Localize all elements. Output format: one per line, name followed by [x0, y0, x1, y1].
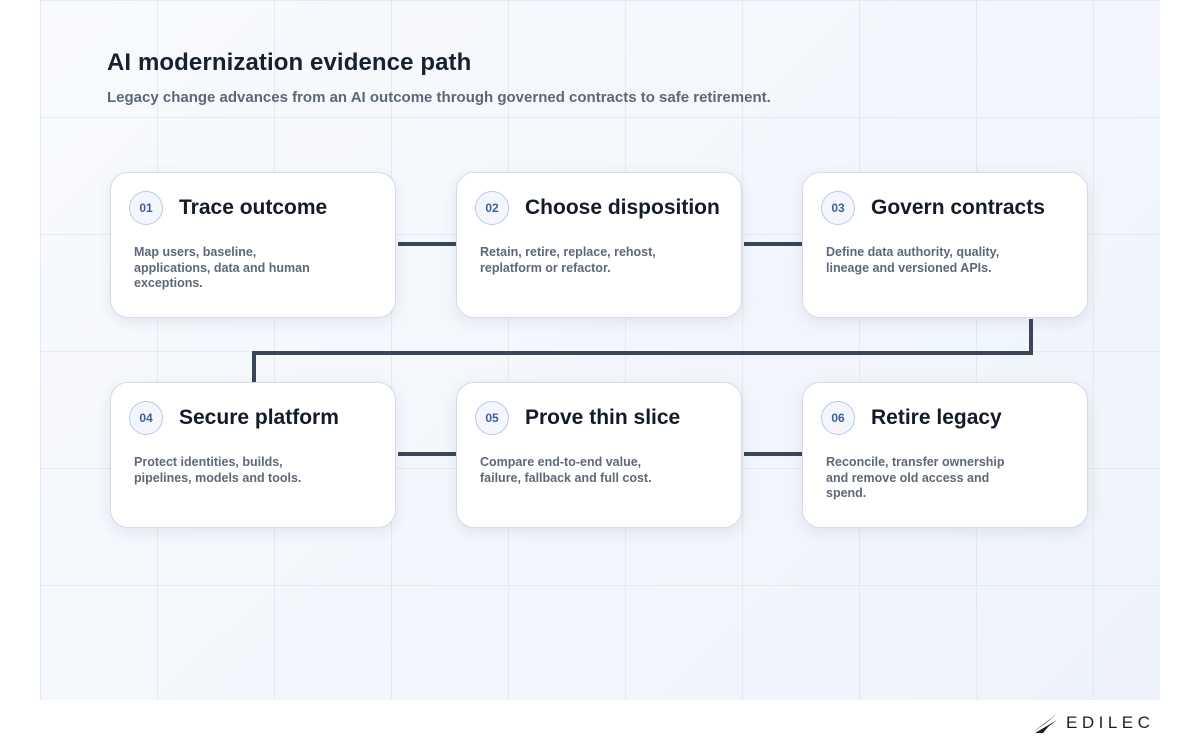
step-card-prove-thin-slice: 05 Prove thin slice Compare end-to-end v… [456, 382, 742, 528]
brand-logo: EDILEC [1031, 710, 1154, 736]
flow-connectors [252, 242, 1033, 456]
step-description: Retain, retire, replace, rehost, replatf… [480, 245, 656, 275]
step-number-badge: 04 [129, 401, 163, 435]
step-title: Govern contracts [871, 196, 1045, 219]
step-title: Secure platform [179, 406, 339, 429]
step-number-badge: 06 [821, 401, 855, 435]
step-description: Map users, baseline, applications, data … [134, 245, 310, 290]
step-number-badge: 05 [475, 401, 509, 435]
step-description: Compare end-to-end value, failure, fallb… [480, 455, 652, 485]
connector-03-04 [252, 319, 1033, 382]
step-description: Protect identities, builds, pipelines, m… [134, 455, 302, 485]
step-title: Trace outcome [179, 196, 328, 219]
step-title: Prove thin slice [525, 406, 681, 429]
edilec-logo-icon [1032, 713, 1058, 733]
step-card-retire-legacy: 06 Retire legacy Reconcile, transfer own… [802, 382, 1088, 528]
brand-name: EDILEC [1066, 713, 1155, 732]
step-description: Define data authority, quality, lineage … [826, 245, 1000, 275]
step-title: Choose disposition [525, 196, 720, 219]
step-title: Retire legacy [871, 406, 1002, 429]
step-card-govern-contracts: 03 Govern contracts Define data authorit… [802, 172, 1088, 318]
step-card-choose-disposition: 02 Choose disposition Retain, retire, re… [456, 172, 742, 318]
step-description: Reconcile, transfer ownership and remove… [826, 455, 1005, 500]
step-number-badge: 02 [475, 191, 509, 225]
step-number-badge: 01 [129, 191, 163, 225]
step-card-trace-outcome: 01 Trace outcome Map users, baseline, ap… [110, 172, 396, 318]
step-card-secure-platform: 04 Secure platform Protect identities, b… [110, 382, 396, 528]
step-number-badge: 03 [821, 191, 855, 225]
